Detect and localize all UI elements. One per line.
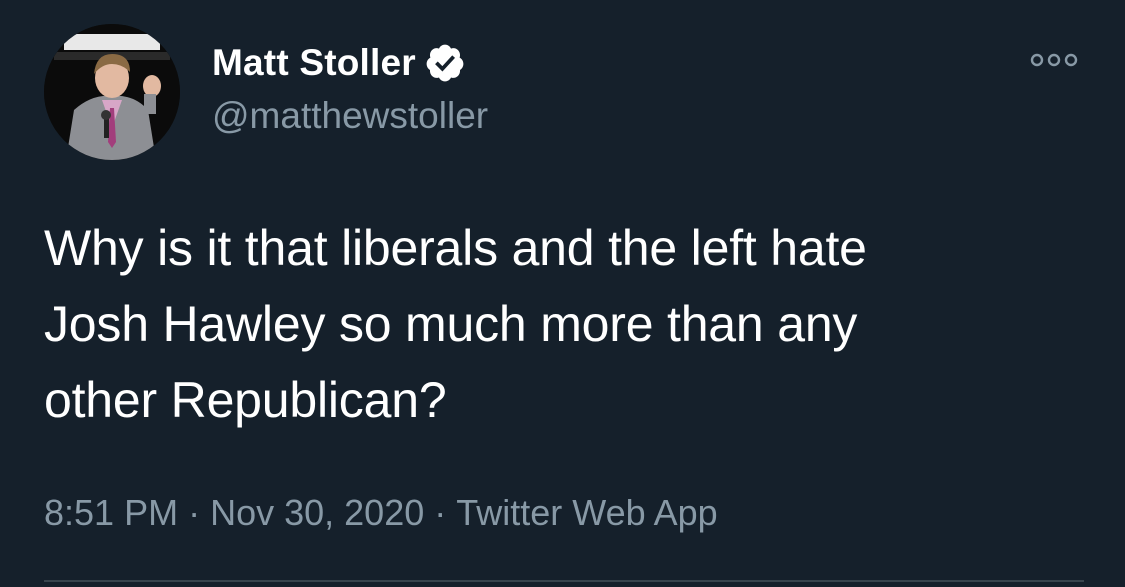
tweet-text-line: Why is it that liberals and the left hat… <box>44 220 867 276</box>
avatar-photo <box>44 24 180 160</box>
tweet-text-line: Josh Hawley so much more than any <box>44 296 858 352</box>
user-handle[interactable]: @matthewstoller <box>212 94 488 138</box>
display-name-row: Matt Stoller <box>212 40 466 86</box>
meta-separator: · <box>188 492 201 533</box>
more-options-icon <box>1030 53 1078 67</box>
avatar[interactable] <box>44 24 180 160</box>
divider <box>44 580 1084 582</box>
tweet-date[interactable]: Nov 30, 2020 <box>210 492 424 533</box>
meta-separator: · <box>434 492 447 533</box>
tweet-time[interactable]: 8:51 PM <box>44 492 178 533</box>
verified-badge-icon <box>424 42 466 84</box>
tweet-text-line: other Republican? <box>44 372 447 428</box>
more-options-button[interactable] <box>1028 48 1080 72</box>
display-name[interactable]: Matt Stoller <box>212 40 416 86</box>
tweet-card: Matt Stoller @matthewstoller Why is it t… <box>0 0 1125 587</box>
tweet-text: Why is it that liberals and the left hat… <box>44 210 1094 438</box>
tweet-source[interactable]: Twitter Web App <box>456 492 717 533</box>
tweet-meta: 8:51 PM · Nov 30, 2020 · Twitter Web App <box>44 488 718 538</box>
